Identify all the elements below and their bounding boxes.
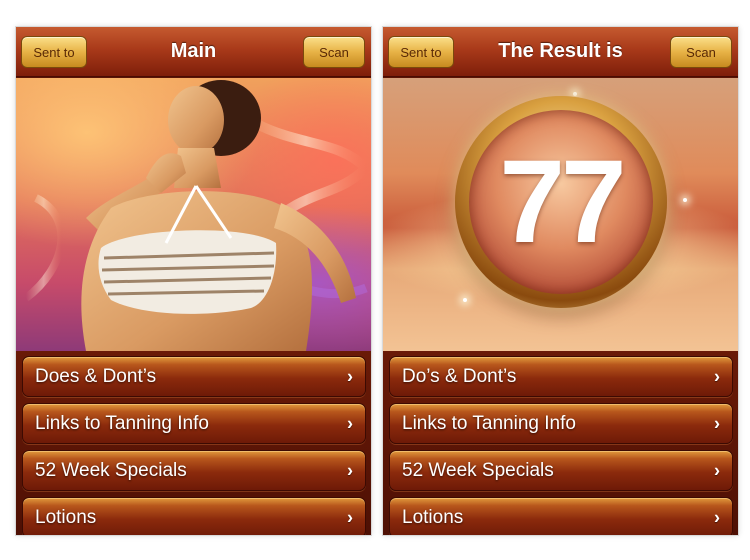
menu-item-label: Links to Tanning Info — [35, 412, 209, 434]
score-ring: 77 — [455, 96, 667, 308]
menu-item-label: Lotions — [35, 506, 97, 528]
menu-item-specials[interactable]: 52 Week Specials › — [389, 450, 733, 491]
menu-item-label: Lotions — [402, 506, 464, 528]
score-value: 77 — [499, 136, 626, 268]
chevron-right-icon: › — [347, 366, 353, 386]
menu-item-lotions[interactable]: Lotions › — [389, 497, 733, 535]
menu-item-label: 52 Week Specials — [402, 459, 554, 481]
menu-item-tanning-info[interactable]: Links to Tanning Info › — [22, 403, 366, 444]
screen-title: Main — [170, 40, 217, 62]
hero-image — [16, 78, 371, 351]
menu-item-label: Links to Tanning Info — [402, 412, 576, 434]
main-screen: Sent to Main Scan Does & Dont’s › Links … — [16, 27, 371, 535]
result-display: 77 — [383, 78, 738, 351]
sparkle-icon — [683, 198, 687, 202]
menu-item-label: 52 Week Specials — [35, 459, 187, 481]
sent-to-button[interactable]: Sent to — [388, 36, 454, 68]
app-showcase: Sent to Main Scan Does & Dont’s › Links … — [0, 0, 750, 560]
chevron-right-icon: › — [714, 460, 720, 480]
chevron-right-icon: › — [714, 366, 720, 386]
result-screen: Sent to The Result is Scan 77 Do’s & Don… — [383, 27, 738, 535]
menu-item-lotions[interactable]: Lotions › — [22, 497, 366, 535]
sparkle-icon — [463, 298, 467, 302]
scan-button[interactable]: Scan — [670, 36, 732, 68]
menu-item-specials[interactable]: 52 Week Specials › — [22, 450, 366, 491]
main-menu: Do’s & Dont’s › Links to Tanning Info › … — [383, 351, 738, 535]
menu-item-dos-donts[interactable]: Does & Dont’s › — [22, 356, 366, 397]
bikini-model-illustration — [23, 80, 371, 351]
sent-to-button[interactable]: Sent to — [21, 36, 87, 68]
menu-item-tanning-info[interactable]: Links to Tanning Info › — [389, 403, 733, 444]
navigation-bar: Sent to The Result is Scan — [383, 27, 738, 77]
chevron-right-icon: › — [347, 507, 353, 527]
score-dial: 77 — [469, 110, 653, 294]
chevron-right-icon: › — [347, 460, 353, 480]
main-menu: Does & Dont’s › Links to Tanning Info › … — [16, 351, 371, 535]
sparkle-icon — [573, 92, 577, 96]
chevron-right-icon: › — [714, 413, 720, 433]
screen-title: The Result is — [498, 40, 623, 62]
chevron-right-icon: › — [714, 507, 720, 527]
menu-item-dos-donts[interactable]: Do’s & Dont’s › — [389, 356, 733, 397]
menu-item-label: Do’s & Dont’s — [402, 365, 517, 387]
scan-button[interactable]: Scan — [303, 36, 365, 68]
menu-item-label: Does & Dont’s — [35, 365, 157, 387]
navigation-bar: Sent to Main Scan — [16, 27, 371, 77]
chevron-right-icon: › — [347, 413, 353, 433]
